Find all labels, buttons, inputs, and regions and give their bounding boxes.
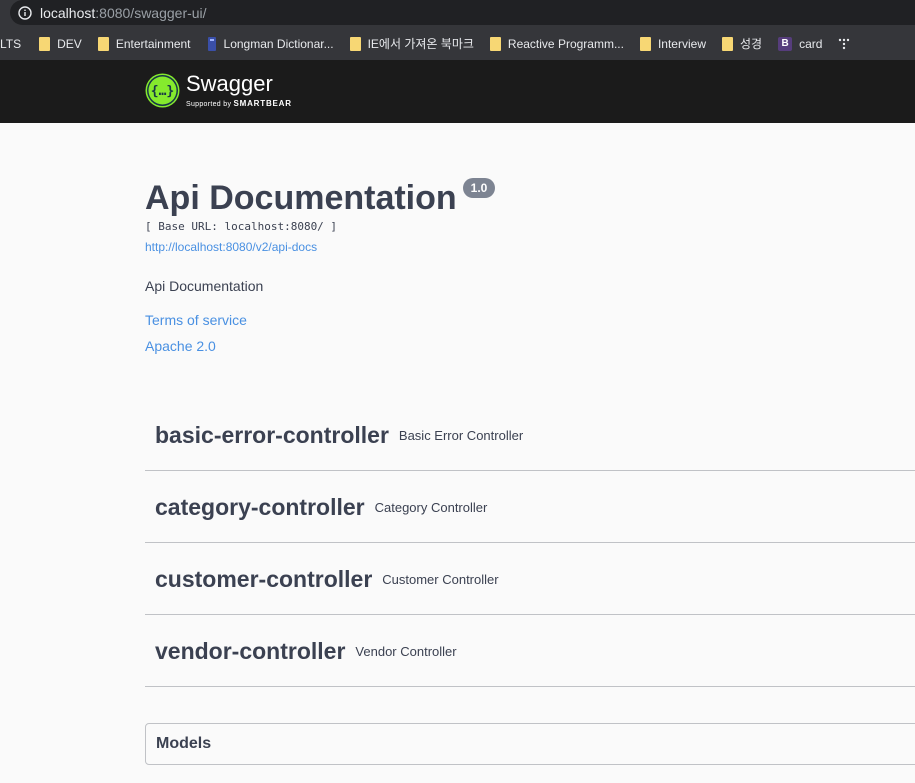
- tag-name: vendor-controller: [155, 637, 346, 664]
- bookmark-label: ELTS: [0, 36, 22, 51]
- tag-description: Vendor Controller: [355, 643, 457, 659]
- url-host: localhost: [40, 4, 96, 21]
- bookmark-elts[interactable]: ELTS: [0, 37, 21, 51]
- folder-icon: [349, 36, 361, 51]
- bookmark-entertainment[interactable]: Entertainment: [97, 36, 191, 51]
- terms-of-service-link[interactable]: Terms of service: [145, 312, 247, 328]
- folder-icon: [722, 36, 733, 51]
- bootstrap-icon: B: [778, 36, 793, 51]
- dots-icon: [838, 37, 850, 51]
- operations-tags: basic-error-controller Basic Error Contr…: [145, 400, 915, 688]
- longman-icon: [207, 36, 217, 52]
- base-url: [ Base URL: localhost:8080/ ]: [145, 220, 338, 233]
- logo-title: Swagger: [186, 71, 273, 96]
- bookmark-label: Reactive Programm...: [507, 36, 624, 51]
- bookmark-dev[interactable]: DEV: [39, 36, 82, 51]
- bookmark-card[interactable]: B card: [778, 36, 823, 51]
- logo-subtitle: Supported by SMARTBEAR: [186, 99, 292, 108]
- tag-description: Customer Controller: [382, 571, 499, 587]
- bookmark-label: 성경: [740, 37, 763, 51]
- license-link[interactable]: Apache 2.0: [145, 338, 216, 354]
- folder-icon: [39, 36, 51, 51]
- tag-vendor-controller[interactable]: vendor-controller Vendor Controller: [145, 616, 915, 687]
- url-field[interactable]: localhost:8080/swagger-ui/: [10, 0, 915, 25]
- version-badge: 1.0: [462, 178, 496, 198]
- bookmarks-bar: ELTS DEV Entertainment Longman Dictionar…: [0, 27, 915, 60]
- bookmark-label: Entertainment: [115, 36, 191, 51]
- bookmark-ie-imports[interactable]: IE에서 가져온 북마크: [349, 35, 474, 52]
- swagger-topbar: {…} Swagger Supported by SMARTBEAR: [0, 60, 915, 123]
- bookmark-interview[interactable]: Interview: [639, 36, 706, 51]
- bookmark-label: Longman Dictionar...: [223, 36, 334, 51]
- bookmark-label: Interview: [657, 36, 706, 51]
- bookmark-longman[interactable]: Longman Dictionar...: [207, 36, 334, 52]
- tag-name: basic-error-controller: [155, 421, 389, 448]
- tag-name: customer-controller: [155, 565, 373, 592]
- logo-sub-brand: SMARTBEAR: [233, 99, 292, 108]
- folder-icon: [97, 36, 109, 51]
- page-title: Api Documentation: [145, 179, 457, 217]
- tag-description: Basic Error Controller: [398, 427, 524, 443]
- swagger-logo-icon: {…}: [145, 73, 180, 107]
- bookmark-more[interactable]: [838, 37, 857, 51]
- folder-icon: [639, 36, 651, 51]
- tag-name: category-controller: [155, 493, 365, 520]
- api-docs-link[interactable]: http://localhost:8080/v2/api-docs: [145, 240, 317, 254]
- swagger-logo[interactable]: {…} Swagger Supported by SMARTBEAR: [145, 72, 292, 108]
- folder-icon: [489, 36, 501, 51]
- models-title: Models: [156, 735, 212, 752]
- svg-text:{…}: {…}: [151, 84, 174, 99]
- bookmark-bible[interactable]: 성경: [722, 35, 762, 52]
- models-section[interactable]: Models: [145, 723, 915, 765]
- url-path: :8080/swagger-ui/: [95, 4, 207, 21]
- tag-description: Category Controller: [374, 499, 488, 515]
- api-description: Api Documentation: [145, 278, 264, 294]
- tag-customer-controller[interactable]: customer-controller Customer Controller: [145, 544, 915, 615]
- tag-basic-error-controller[interactable]: basic-error-controller Basic Error Contr…: [145, 400, 915, 471]
- tag-category-controller[interactable]: category-controller Category Controller: [145, 472, 915, 543]
- browser-address-bar: localhost:8080/swagger-ui/: [0, 0, 915, 27]
- bookmark-label: DEV: [57, 36, 82, 51]
- bookmark-reactive[interactable]: Reactive Programm...: [489, 36, 624, 51]
- bookmark-label: card: [799, 36, 823, 51]
- info-icon[interactable]: [10, 5, 40, 20]
- api-title-row: Api Documentation 1.0: [145, 176, 496, 220]
- logo-sub-prefix: Supported by: [186, 101, 232, 108]
- bookmark-label: IE에서 가져온 북마크: [367, 37, 474, 51]
